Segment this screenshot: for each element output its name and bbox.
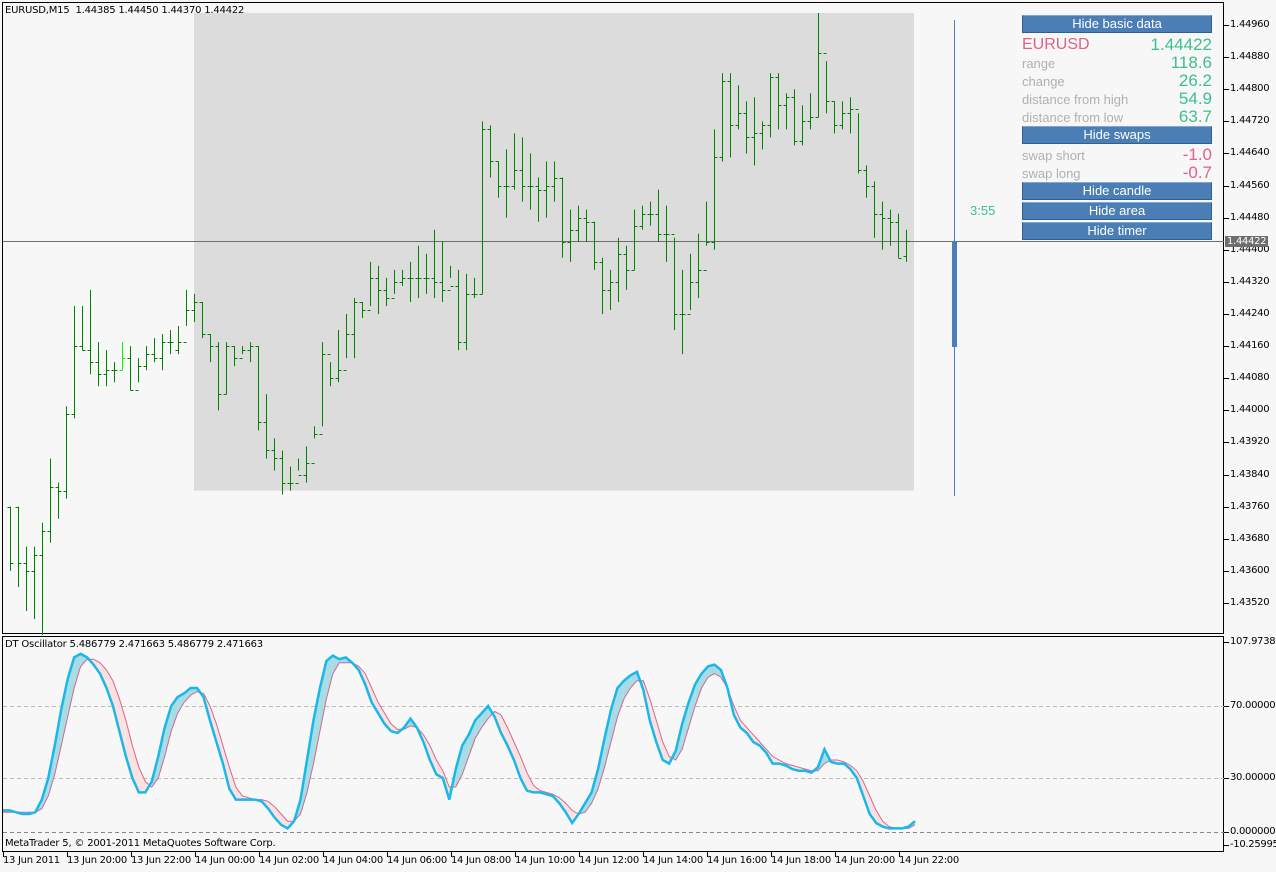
- swap-short-value: -1.0: [1182, 145, 1212, 164]
- price-tick: [1224, 121, 1229, 122]
- price-tick: [1224, 507, 1229, 508]
- swap-short-label: swap short: [1022, 148, 1085, 163]
- swap-long-value: -0.7: [1182, 163, 1212, 182]
- price-tick-label: 1.44640: [1230, 147, 1270, 158]
- price-tick-label: 1.43760: [1230, 501, 1270, 512]
- time-tick-label: 13 Jun 20:00: [67, 855, 127, 866]
- price-tick-label: 1.43920: [1230, 436, 1270, 447]
- time-tick-label: 14 Jun 06:00: [387, 855, 447, 866]
- oscillator-tick: [1224, 706, 1229, 707]
- symbol-price: 1.44422: [1150, 35, 1212, 54]
- price-tick: [1224, 603, 1229, 604]
- hide-swaps-button[interactable]: Hide swaps: [1022, 126, 1212, 144]
- time-tick-label: 14 Jun 12:00: [579, 855, 639, 866]
- price-tick-label: 1.44720: [1230, 115, 1270, 126]
- price-tick: [1224, 314, 1229, 315]
- oscillator-fast-line: [3, 652, 916, 830]
- current-price-label: 1.44422: [1225, 236, 1269, 247]
- hide-area-button[interactable]: Hide area: [1022, 202, 1212, 220]
- distance-low-value: 63.7: [1178, 107, 1212, 126]
- time-tick-label: 14 Jun 10:00: [515, 855, 575, 866]
- time-tick-label: 14 Jun 20:00: [835, 855, 895, 866]
- time-tick-label: 14 Jun 22:00: [899, 855, 959, 866]
- price-tick: [1224, 475, 1229, 476]
- price-tick-label: 1.44320: [1230, 276, 1270, 287]
- copyright-text: MetaTrader 5, © 2001-2011 MetaQuotes Sof…: [5, 838, 276, 849]
- oscillator-tick: [1224, 642, 1229, 643]
- price-area-highlight: [194, 12, 914, 491]
- time-tick-label: 13 Jun 2011: [3, 855, 60, 866]
- time-tick-label: 14 Jun 00:00: [195, 855, 255, 866]
- symbol-timeframe: EURUSD,M15: [5, 5, 70, 16]
- symbol-label: EURUSD: [1022, 36, 1090, 53]
- range-label: range: [1022, 56, 1056, 71]
- price-tick: [1224, 218, 1229, 219]
- oscillator-tick-label: -10.259956: [1230, 839, 1276, 850]
- price-tick-label: 1.43520: [1230, 597, 1270, 608]
- ohlc-readout: 1.44385 1.44450 1.44370 1.44422: [75, 5, 245, 16]
- price-tick: [1224, 282, 1229, 283]
- price-tick-label: 1.44240: [1230, 308, 1270, 319]
- price-tick-label: 1.44000: [1230, 404, 1270, 415]
- swap-long-label: swap long: [1022, 166, 1081, 181]
- price-tick: [1224, 89, 1229, 90]
- oscillator-tick-label: 30.000000: [1230, 772, 1276, 783]
- price-tick-label: 1.44960: [1230, 19, 1270, 30]
- price-tick: [1224, 378, 1229, 379]
- chart-header: EURUSD,M15 1.44385 1.44450 1.44370 1.444…: [5, 5, 244, 16]
- distance-high-value: 54.9: [1178, 89, 1212, 108]
- range-value: 118.6: [1170, 53, 1212, 72]
- price-tick-label: 1.43600: [1230, 565, 1270, 576]
- price-tick: [1224, 571, 1229, 572]
- time-tick-label: 14 Jun 08:00: [451, 855, 511, 866]
- price-tick-label: 1.44800: [1230, 83, 1270, 94]
- time-tick-label: 13 Jun 22:00: [131, 855, 191, 866]
- hide-candle-button[interactable]: Hide candle: [1022, 182, 1212, 200]
- change-value: 26.2: [1178, 71, 1212, 90]
- hide-timer-button[interactable]: Hide timer: [1022, 222, 1212, 240]
- candle-timer: 3:55: [970, 203, 996, 218]
- oscillator-tick-label: 70.000000: [1230, 700, 1276, 711]
- price-tick-label: 1.44480: [1230, 212, 1270, 223]
- price-tick-label: 1.44880: [1230, 51, 1270, 62]
- price-tick-label: 1.43840: [1230, 469, 1270, 480]
- time-tick-label: 14 Jun 02:00: [259, 855, 319, 866]
- price-tick: [1224, 186, 1229, 187]
- price-tick: [1224, 250, 1229, 251]
- oscillator-title: DT Oscillator 5.486779 2.471663 5.486779…: [5, 639, 263, 650]
- oscillator-tick-label: 0.000000: [1230, 826, 1276, 837]
- price-tick-label: 1.44160: [1230, 340, 1270, 351]
- projected-candle-body: [952, 240, 957, 347]
- distance-low-label: distance from low: [1022, 110, 1124, 125]
- oscillator-tick: [1224, 778, 1229, 779]
- oscillator-tick-label: 107.973818: [1230, 636, 1276, 647]
- price-tick: [1224, 57, 1229, 58]
- price-tick: [1224, 346, 1229, 347]
- time-tick-label: 14 Jun 16:00: [707, 855, 767, 866]
- price-tick: [1224, 442, 1229, 443]
- time-tick-label: 14 Jun 14:00: [643, 855, 703, 866]
- price-tick-label: 1.44080: [1230, 372, 1270, 383]
- time-tick-label: 14 Jun 18:00: [771, 855, 831, 866]
- price-tick-label: 1.43680: [1230, 533, 1270, 544]
- price-tick: [1224, 539, 1229, 540]
- oscillator-tick: [1224, 845, 1229, 846]
- price-tick: [1224, 25, 1229, 26]
- time-tick-label: 14 Jun 04:00: [323, 855, 383, 866]
- oscillator-tick: [1224, 832, 1229, 833]
- price-tick-label: 1.44560: [1230, 180, 1270, 191]
- price-tick: [1224, 410, 1229, 411]
- price-tick: [1224, 153, 1229, 154]
- distance-high-label: distance from high: [1022, 92, 1129, 107]
- hide-basic-data-button[interactable]: Hide basic data: [1022, 15, 1212, 33]
- change-label: change: [1022, 74, 1065, 89]
- oscillator-slow-line: [3, 658, 916, 829]
